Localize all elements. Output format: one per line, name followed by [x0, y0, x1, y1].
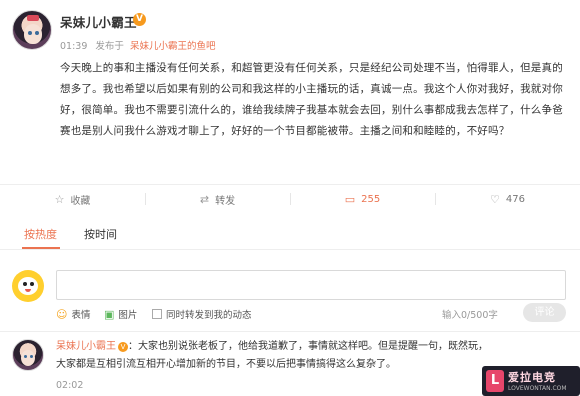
repost-to-feed-checkbox[interactable]: 同时转发到我的动态 — [152, 307, 252, 321]
star-icon: ☆ — [54, 192, 65, 206]
comment-input[interactable] — [56, 270, 566, 300]
watermark-title: 爱拉电竞 — [508, 371, 556, 384]
comment-sort-tabs: 按热度 按时间 — [0, 220, 580, 250]
comment-composer: ☺ 表情 ▣ 图片 同时转发到我的动态 输入0/500字 评论 — [0, 258, 580, 330]
avatar-eye — [30, 282, 34, 286]
thumbs-up-icon: ♡ — [490, 192, 500, 206]
avatar-face — [21, 350, 35, 366]
avatar-eye — [24, 355, 27, 358]
avatar-eye — [30, 355, 33, 358]
submit-comment-button[interactable]: 评论 — [523, 303, 566, 322]
smiley-icon: ☺ — [56, 307, 68, 321]
checkbox-icon[interactable] — [152, 309, 162, 319]
repost-check-label: 同时转发到我的动态 — [166, 310, 252, 321]
post-source-link[interactable]: 呆妹儿小霸王的鱼吧 — [130, 41, 216, 52]
author-avatar[interactable] — [12, 10, 52, 50]
avatar-eye — [23, 282, 27, 286]
repost-label: 转发 — [215, 195, 236, 207]
avatar-eye — [35, 31, 39, 35]
watermark-url: LOVEWONTAN.COM — [508, 385, 567, 392]
tab-time[interactable]: 按时间 — [84, 226, 117, 242]
counter-value: 0/500字 — [461, 310, 498, 321]
avatar-hair-ornament — [27, 15, 39, 21]
comment-author-name[interactable]: 呆妹儿小霸王 — [56, 341, 116, 352]
counter-prefix: 输入 — [442, 310, 462, 321]
like-count: 476 — [505, 193, 525, 205]
post-header: 呆妹儿小霸王 V 01:39 发布于 呆妹儿小霸王的鱼吧 — [0, 0, 580, 56]
verified-badge-icon: V — [133, 13, 146, 26]
comment-time: 02:02 — [56, 380, 84, 391]
avatar-eye — [28, 31, 32, 35]
avatar-face — [24, 24, 42, 44]
post-time[interactable]: 01:39 — [60, 41, 87, 52]
like-button[interactable]: ♡ 476 — [435, 185, 580, 213]
collect-button[interactable]: ☆ 收藏 — [0, 185, 145, 213]
active-tab-indicator — [22, 247, 60, 249]
post-action-bar: ☆ 收藏 ⇄ 转发 ▭ 255 ♡ 476 — [0, 184, 580, 212]
post-author-name[interactable]: 呆妹儿小霸王 — [60, 12, 137, 31]
repost-icon: ⇄ — [199, 192, 210, 206]
current-user-avatar — [12, 270, 44, 302]
post-content: 今天晚上的事和主播没有任何关系，和超管更没有任何关系，只是经纪公司处理不当，怕得… — [60, 62, 563, 137]
post-meta: 01:39 发布于 呆妹儿小霸王的鱼吧 — [60, 38, 215, 52]
comment-icon: ▭ — [344, 192, 356, 206]
post-from-label: 发布于 — [95, 41, 124, 52]
collect-label: 收藏 — [70, 195, 91, 207]
image-icon: ▣ — [104, 307, 115, 321]
watermark-logo-icon: L — [486, 370, 504, 392]
image-button[interactable]: ▣ 图片 — [104, 307, 138, 322]
verified-badge-icon: V — [118, 342, 128, 352]
char-counter: 输入0/500字 — [442, 307, 498, 321]
comment-count: 255 — [361, 193, 381, 205]
image-label: 图片 — [118, 310, 138, 321]
site-watermark: L 爱拉电竞 LOVEWONTAN.COM — [482, 366, 580, 396]
avatar-face — [18, 277, 38, 295]
comment-body: 呆妹儿小霸王 V ：大家也别说张老板了，他给我道歉了，事情就这样吧。但是提醒一句，既… — [56, 338, 496, 374]
commenter-avatar[interactable] — [12, 339, 44, 371]
section-divider — [0, 331, 580, 332]
tab-hot[interactable]: 按热度 — [24, 226, 57, 242]
emoji-label: 表情 — [71, 310, 91, 321]
comment-count-button[interactable]: ▭ 255 — [290, 185, 435, 213]
repost-button[interactable]: ⇄ 转发 — [145, 185, 290, 213]
emoji-button[interactable]: ☺ 表情 — [56, 307, 91, 322]
